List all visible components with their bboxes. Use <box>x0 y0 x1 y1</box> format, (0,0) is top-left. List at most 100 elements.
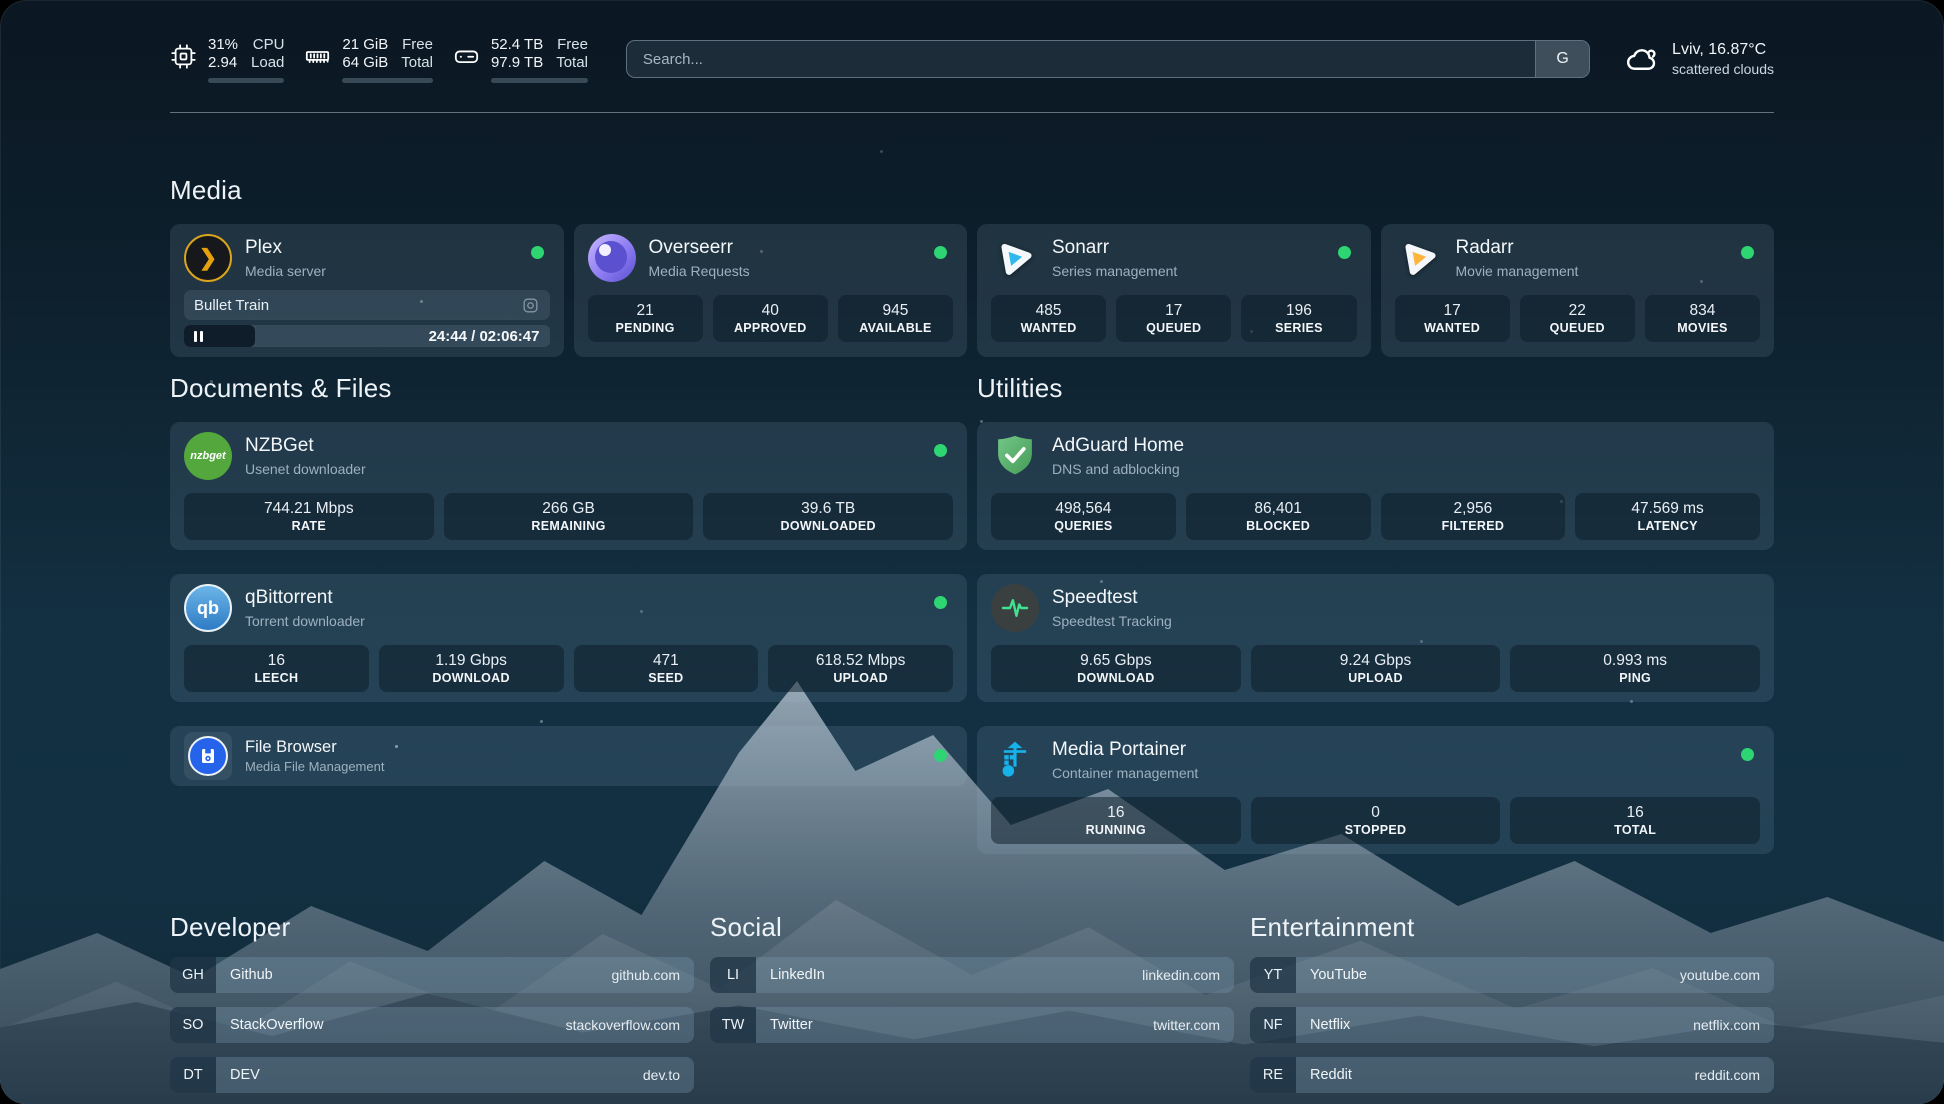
stat-tile: 17WANTED <box>1395 295 1510 342</box>
cpu-usage-value: 31% <box>208 36 238 53</box>
stat-tile: 39.6 TBDOWNLOADED <box>703 493 953 540</box>
memory-progress-bar <box>342 78 433 83</box>
bookmark-name: Github <box>216 967 273 983</box>
plex-icon <box>184 234 232 282</box>
bookmark-linkedin[interactable]: LI LinkedIn linkedin.com <box>710 957 1234 993</box>
stat-tile: 485WANTED <box>991 295 1106 342</box>
plex-status-dot <box>531 246 544 259</box>
bookmark-reddit[interactable]: RE Reddit reddit.com <box>1250 1057 1774 1093</box>
stat-tile: 744.21 MbpsRATE <box>184 493 434 540</box>
cloud-icon <box>1624 41 1660 77</box>
qbittorrent-status-dot <box>934 596 947 609</box>
overseerr-title: Overseerr <box>649 237 750 260</box>
bookmark-url: linkedin.com <box>1142 967 1234 983</box>
stat-tile: 17QUEUED <box>1116 295 1231 342</box>
nzbget-title: NZBGet <box>245 435 366 458</box>
filebrowser-icon <box>188 736 228 776</box>
radarr-subtitle: Movie management <box>1456 263 1579 279</box>
overseerr-subtitle: Media Requests <box>649 263 750 279</box>
cpu-load-label: Load <box>251 54 284 71</box>
disk-total-label: Total <box>556 54 588 71</box>
card-portainer[interactable]: Media Portainer Container management 16R… <box>977 726 1774 854</box>
stat-tile: 834MOVIES <box>1645 295 1760 342</box>
section-documents: Documents & Files nzbget NZBGet Usenet d… <box>170 373 967 854</box>
bookmark-url: reddit.com <box>1695 1067 1774 1083</box>
bookmark-github[interactable]: GH Github github.com <box>170 957 694 993</box>
filebrowser-subtitle: Media File Management <box>245 759 384 774</box>
bookmark-name: DEV <box>216 1067 260 1083</box>
memory-stat: 21 GiB Free 64 GiB Total <box>304 36 433 83</box>
bookmark-twitter[interactable]: TW Twitter twitter.com <box>710 1007 1234 1043</box>
radarr-icon <box>1396 235 1442 281</box>
search-engine-button[interactable]: G <box>1535 41 1589 77</box>
card-adguard[interactable]: AdGuard Home DNS and adblocking 498,564Q… <box>977 422 1774 550</box>
now-playing-title: Bullet Train <box>194 297 521 314</box>
radarr-title: Radarr <box>1456 237 1579 260</box>
bookmark-url: netflix.com <box>1693 1017 1774 1033</box>
cpu-label: CPU <box>251 36 284 53</box>
bookmark-url: twitter.com <box>1153 1017 1234 1033</box>
cpu-stat: 31% CPU 2.94 Load <box>170 36 284 83</box>
qbittorrent-title: qBittorrent <box>245 587 365 610</box>
plex-progress-bar: 24:44 / 02:06:47 <box>184 325 550 347</box>
stat-tile: 618.52 MbpsUPLOAD <box>768 645 953 692</box>
plex-now-playing: Bullet Train <box>184 290 550 320</box>
disk-total-value: 97.9 TB <box>491 54 543 71</box>
stat-tile: 945AVAILABLE <box>838 295 953 342</box>
card-speedtest[interactable]: Speedtest Speedtest Tracking 9.65 GbpsDO… <box>977 574 1774 702</box>
stat-tile: 1.19 GbpsDOWNLOAD <box>379 645 564 692</box>
bookmark-dev[interactable]: DT DEV dev.to <box>170 1057 694 1093</box>
bookmark-stackoverflow[interactable]: SO StackOverflow stackoverflow.com <box>170 1007 694 1043</box>
card-qbittorrent[interactable]: qb qBittorrent Torrent downloader 16LEEC… <box>170 574 967 702</box>
system-stats: 31% CPU 2.94 Load <box>170 36 588 83</box>
overseerr-icon <box>588 234 636 282</box>
bookmark-netflix[interactable]: NF Netflix netflix.com <box>1250 1007 1774 1043</box>
documents-section-title: Documents & Files <box>170 373 967 404</box>
weather-widget: Lviv, 16.87°C scattered clouds <box>1624 40 1774 79</box>
media-section-title: Media <box>170 175 1774 206</box>
card-sonarr[interactable]: Sonarr Series management 485WANTED 17QUE… <box>977 224 1371 357</box>
memory-free-label: Free <box>401 36 433 53</box>
memory-icon <box>304 43 331 70</box>
dashboard-screen: 31% CPU 2.94 Load <box>0 0 1944 1104</box>
stat-tile: 196SERIES <box>1241 295 1356 342</box>
stat-tile: 9.24 GbpsUPLOAD <box>1251 645 1501 692</box>
cpu-progress-bar <box>208 78 284 83</box>
bookmark-abbr: LI <box>710 957 756 993</box>
stat-tile: 471SEED <box>574 645 759 692</box>
adguard-title: AdGuard Home <box>1052 435 1184 458</box>
portainer-icon <box>994 739 1036 781</box>
stat-tile: 21PENDING <box>588 295 703 342</box>
weather-condition: scattered clouds <box>1672 60 1774 78</box>
bookmark-youtube[interactable]: YT YouTube youtube.com <box>1250 957 1774 993</box>
stat-tile: 47.569 msLATENCY <box>1575 493 1760 540</box>
disk-stat: 52.4 TB Free 97.9 TB Total <box>453 36 588 83</box>
bookmark-url: dev.to <box>643 1067 694 1083</box>
disk-free-value: 52.4 TB <box>491 36 543 53</box>
stat-tile: 22QUEUED <box>1520 295 1635 342</box>
portainer-status-dot <box>1741 748 1754 761</box>
card-overseerr[interactable]: Overseerr Media Requests 21PENDING 40APP… <box>574 224 968 357</box>
speedtest-icon <box>991 584 1039 632</box>
bookmark-abbr: RE <box>1250 1057 1296 1093</box>
stat-tile: 0.993 msPING <box>1510 645 1760 692</box>
bookmark-name: YouTube <box>1296 967 1367 983</box>
speedtest-subtitle: Speedtest Tracking <box>1052 613 1172 629</box>
qbittorrent-subtitle: Torrent downloader <box>245 613 365 629</box>
pause-icon[interactable] <box>194 331 203 342</box>
card-filebrowser[interactable]: File Browser Media File Management <box>170 726 967 786</box>
memory-total-label: Total <box>401 54 433 71</box>
card-nzbget[interactable]: nzbget NZBGet Usenet downloader 744.21 M… <box>170 422 967 550</box>
card-plex[interactable]: Plex Media server Bullet Train <box>170 224 564 357</box>
bookmark-name: StackOverflow <box>216 1017 323 1033</box>
cpu-icon <box>170 43 197 70</box>
portainer-subtitle: Container management <box>1052 765 1198 781</box>
media-type-icon <box>521 296 540 315</box>
search-input[interactable] <box>627 41 1535 77</box>
section-utilities: Utilities <box>977 373 1774 854</box>
stat-tile: 0STOPPED <box>1251 797 1501 844</box>
disk-icon <box>453 43 480 70</box>
bookmark-url: youtube.com <box>1680 967 1774 983</box>
speedtest-title: Speedtest <box>1052 587 1172 610</box>
card-radarr[interactable]: Radarr Movie management 17WANTED 22QUEUE… <box>1381 224 1775 357</box>
